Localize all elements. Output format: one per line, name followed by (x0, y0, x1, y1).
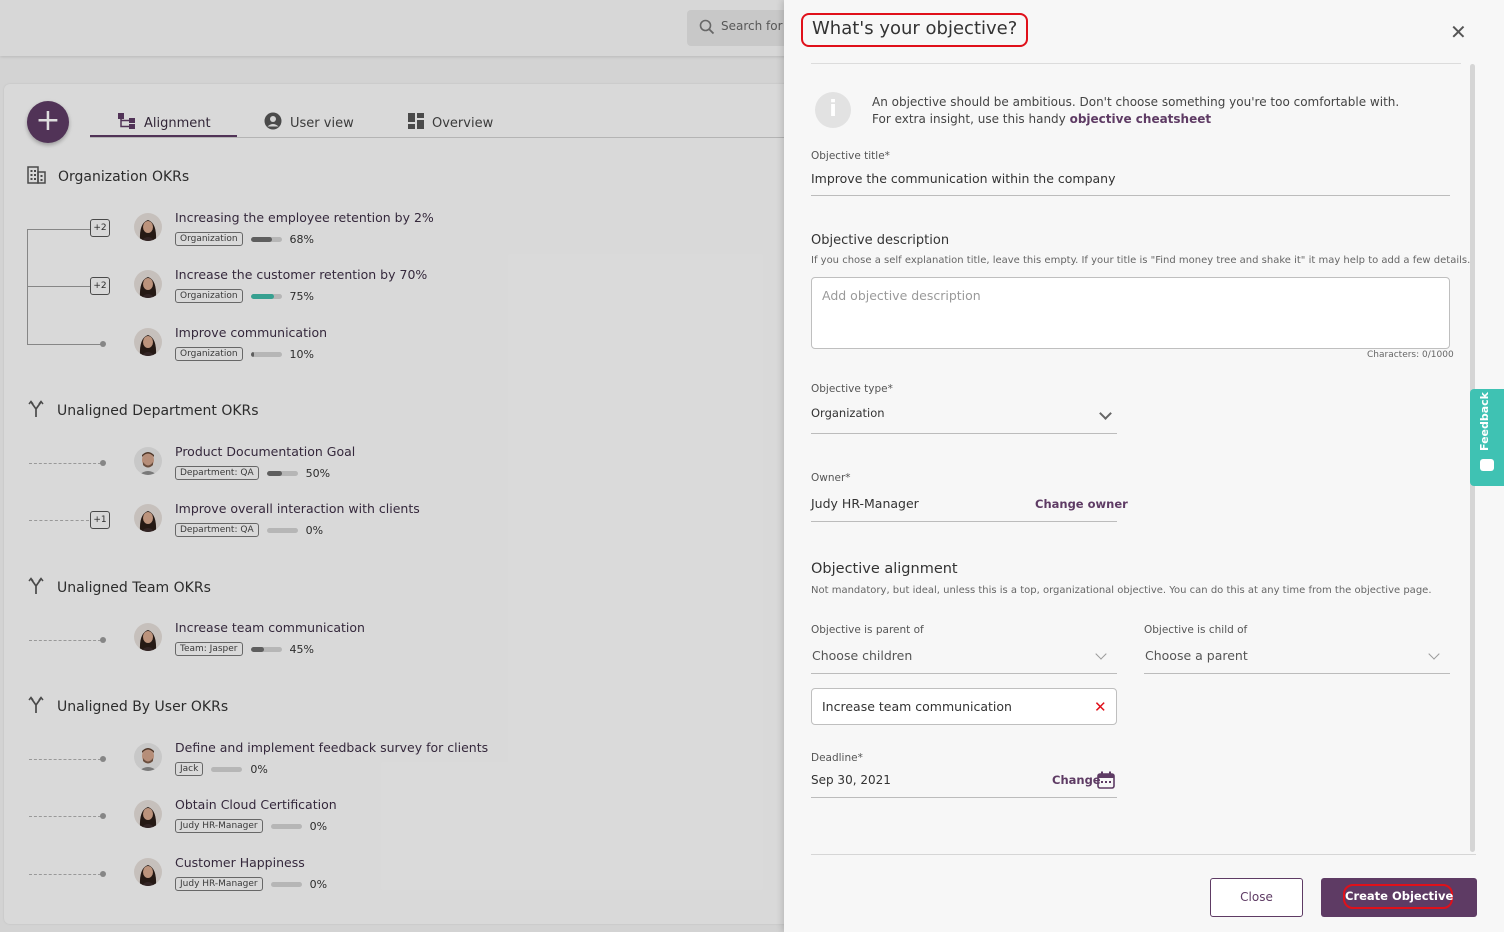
remove-icon[interactable]: ✕ (1094, 698, 1107, 716)
info-line-2: For extra insight, use this handy object… (872, 111, 1432, 128)
field-underline (811, 195, 1450, 196)
alignment-hint: Not mandatory, but ideal, unless this is… (811, 585, 1432, 596)
choose-children-select[interactable]: Choose children (812, 648, 912, 663)
owner-label: Owner* (811, 472, 851, 484)
field-underline (811, 521, 1117, 522)
feedback-label: Feedback (1478, 392, 1491, 451)
description-heading: Objective description (811, 233, 950, 248)
field-underline (1144, 673, 1450, 674)
child-of-label: Objective is child of (1144, 624, 1248, 636)
objective-title-label: Objective title* (811, 150, 890, 162)
field-underline (811, 797, 1117, 798)
deadline-label: Deadline* (811, 752, 863, 764)
parent-of-label: Objective is parent of (811, 624, 924, 636)
feedback-tab[interactable]: Feedback (1470, 389, 1504, 486)
chat-icon (1480, 459, 1494, 471)
change-owner-link[interactable]: Change owner (1035, 497, 1128, 511)
character-count: Characters: 0/1000 (1367, 350, 1454, 360)
choose-parent-select[interactable]: Choose a parent (1145, 648, 1248, 663)
modal-backdrop[interactable] (0, 0, 784, 932)
calendar-icon[interactable] (1097, 771, 1115, 793)
objective-type-select[interactable]: Organization (811, 406, 885, 420)
deadline-value: Sep 30, 2021 (811, 773, 891, 787)
selected-child-label: Increase team communication (822, 699, 1012, 714)
close-button[interactable]: Close (1210, 878, 1303, 917)
info-icon: i (815, 92, 851, 128)
info-line-1: An objective should be ambitious. Don't … (872, 95, 1400, 109)
footer-divider (811, 854, 1476, 855)
cheatsheet-link[interactable]: objective cheatsheet (1070, 112, 1212, 126)
divider (811, 63, 1461, 64)
objective-type-label: Objective type* (811, 383, 893, 395)
change-deadline-link[interactable]: Change (1052, 773, 1101, 787)
panel-title: What's your objective? (801, 13, 1029, 47)
description-textarea[interactable]: Add objective description (811, 277, 1450, 349)
info-line-2-text: For extra insight, use this handy (872, 112, 1070, 126)
selected-child-chip: Increase team communication ✕ (811, 688, 1117, 725)
field-underline (811, 673, 1117, 674)
description-hint: If you chose a self explanation title, l… (811, 255, 1471, 266)
create-objective-button[interactable]: Create Objective (1321, 878, 1477, 917)
owner-value: Judy HR-Manager (811, 496, 919, 511)
create-objective-label: Create Objective (1343, 884, 1453, 909)
field-underline (811, 433, 1117, 434)
info-text: An objective should be ambitious. Don't … (872, 94, 1432, 128)
objective-title-input[interactable]: Improve the communication within the com… (811, 171, 1116, 186)
alignment-heading: Objective alignment (811, 561, 958, 577)
create-objective-panel (784, 0, 1504, 932)
close-icon[interactable]: ✕ (1450, 20, 1467, 44)
